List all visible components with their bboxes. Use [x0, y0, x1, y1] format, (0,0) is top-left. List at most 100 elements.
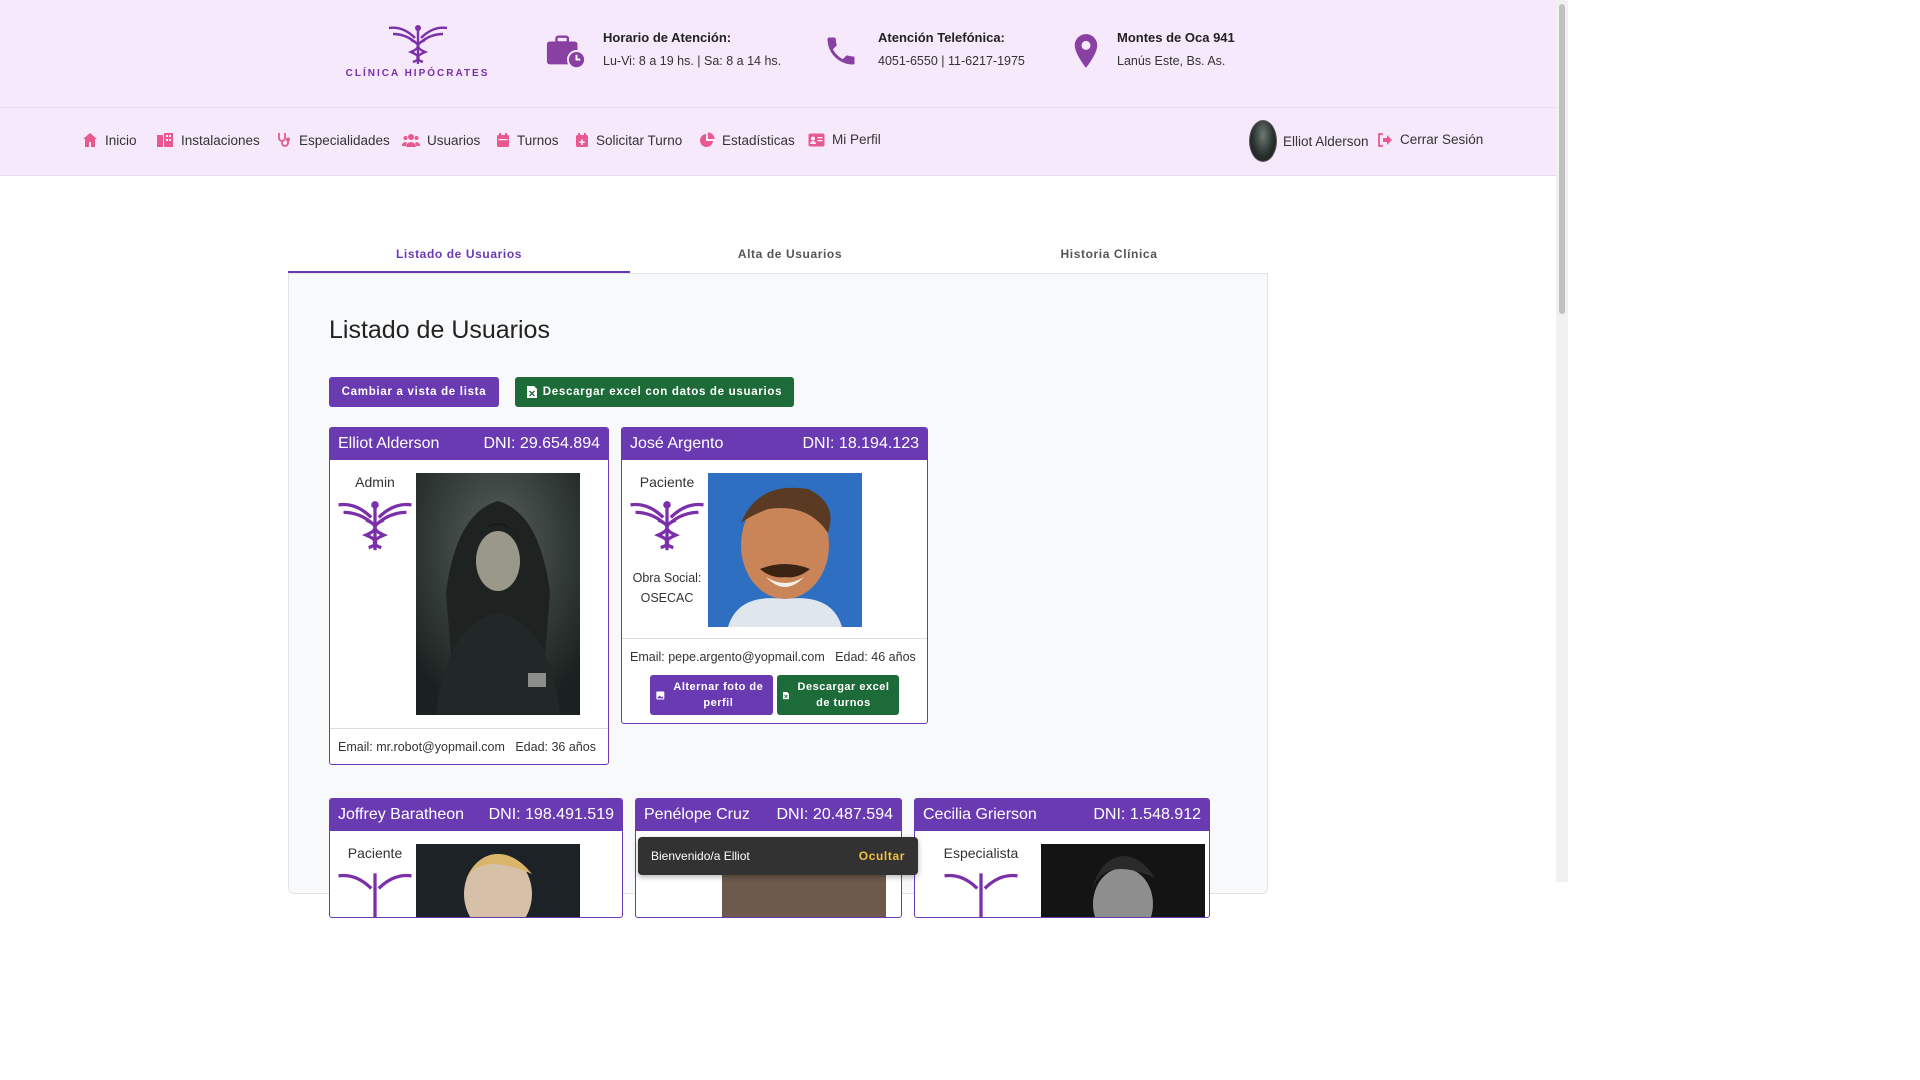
user-dni: DNI: 1.548.912 [1093, 806, 1201, 823]
address-info: Montes de Oca 941 Lanús Este, Bs. As. [1065, 30, 1235, 72]
file-excel-icon [783, 691, 789, 699]
health-insurance-value: OSECAC [640, 591, 694, 605]
users-panel: Listado de Usuarios Cambiar a vista de l… [288, 274, 1268, 918]
main-navbar: Inicio Instalaciones Especialidades Usua… [0, 108, 1556, 176]
nav-item-mi-perfil[interactable]: Mi Perfil [808, 132, 881, 147]
current-user-name: Elliot Alderson [1283, 133, 1369, 149]
user-age: Edad: 46 años [835, 650, 916, 664]
toggle-profile-photo-button[interactable]: Alternar foto de perfil [650, 675, 773, 715]
clinic-name: CLÍNICA HIPÓCRATES [345, 68, 490, 79]
tab-listado-usuarios[interactable]: Listado de Usuarios [288, 233, 630, 273]
user-name: Cecilia Grierson [923, 806, 1037, 823]
toggle-profile-photo-label: Alternar foto de perfil [673, 681, 764, 709]
stethoscope-icon [278, 133, 290, 147]
nav-item-label: Especialidades [299, 132, 390, 148]
nav-item-label: Instalaciones [181, 132, 260, 148]
user-dni: DNI: 20.487.594 [776, 806, 893, 823]
nav-item-label: Estadísticas [722, 132, 795, 148]
briefcase-clock-icon [546, 35, 587, 69]
card-header: Elliot Alderson DNI: 29.654.894 [330, 428, 608, 460]
hours-info: Horario de Atención: Lu-Vi: 8 a 19 hs. |… [545, 30, 781, 72]
card-header: Penélope Cruz DNI: 20.487.594 [636, 799, 901, 831]
health-insurance-label: Obra Social: [632, 571, 702, 585]
toggle-list-view-button[interactable]: Cambiar a vista de lista [329, 377, 499, 407]
card-header: Cecilia Grierson DNI: 1.548.912 [915, 799, 1209, 831]
address-title: Montes de Oca 941 [1117, 30, 1235, 45]
user-dni: DNI: 29.654.894 [483, 435, 600, 452]
toast-dismiss-button[interactable]: Ocultar [859, 849, 905, 863]
nav-item-turnos[interactable]: Turnos [496, 132, 559, 148]
user-card: Joffrey Baratheon DNI: 198.491.519 Pacie… [329, 798, 623, 918]
phone-icon [827, 37, 855, 65]
file-excel-icon [526, 386, 537, 398]
user-role: Admin [355, 474, 395, 490]
clinic-logo[interactable]: CLÍNICA HIPÓCRATES [345, 22, 490, 79]
scrollbar-thumb[interactable] [1559, 4, 1565, 314]
hours-title: Horario de Atención: [603, 30, 732, 45]
user-card: José Argento DNI: 18.194.123 Paciente Ob… [621, 427, 928, 724]
nav-item-label: Mi Perfil [832, 132, 881, 147]
welcome-toast: Bienvenido/a Elliot Ocultar [638, 837, 918, 875]
nav-item-estadisticas[interactable]: Estadísticas [699, 132, 795, 148]
nav-item-inicio[interactable]: Inicio [82, 132, 137, 148]
hours-value: Lu-Vi: 8 a 19 hs. | Sa: 8 a 14 hs. [603, 54, 782, 68]
caduceus-logo-icon [338, 873, 412, 917]
address-value: Lanús Este, Bs. As. [1117, 54, 1226, 68]
download-appointments-excel-label: Descargar excel de turnos [797, 681, 890, 709]
user-photo [416, 473, 580, 715]
top-header: CLÍNICA HIPÓCRATES Horario de Atención: … [0, 0, 1556, 108]
card-header: Joffrey Baratheon DNI: 198.491.519 [330, 799, 622, 831]
sign-out-icon [1378, 132, 1392, 147]
nav-item-label: Solicitar Turno [596, 132, 683, 148]
tab-historia-clinica[interactable]: Historia Clínica [950, 233, 1268, 273]
user-name: José Argento [630, 435, 724, 452]
nav-item-label: Turnos [517, 132, 559, 148]
calendar-icon [497, 133, 509, 147]
user-email: Email: mr.robot@yopmail.com [338, 740, 505, 754]
user-email: Email: pepe.argento@yopmail.com [630, 650, 825, 664]
phone-value: 4051-6550 | 11-6217-1975 [878, 54, 1025, 68]
user-card: Cecilia Grierson DNI: 1.548.912 Especial… [914, 798, 1210, 918]
logout-button[interactable]: Cerrar Sesión [1377, 132, 1483, 147]
phone-title: Atención Telefónica: [878, 30, 1005, 45]
caduceus-logo-icon [338, 501, 412, 551]
user-photo [1041, 844, 1205, 917]
nav-item-usuarios[interactable]: Usuarios [402, 132, 480, 148]
pie-chart-icon [700, 132, 715, 147]
card-header: José Argento DNI: 18.194.123 [622, 428, 927, 460]
id-card-icon [808, 133, 825, 146]
user-photo [416, 844, 580, 917]
user-tabs: Listado de Usuarios Alta de Usuarios His… [288, 233, 1268, 274]
image-icon [656, 691, 665, 699]
phone-info: Atención Telefónica: 4051-6550 | 11-6217… [820, 30, 1025, 72]
user-role: Especialista [943, 845, 1019, 861]
user-dni: DNI: 18.194.123 [802, 435, 919, 452]
page-title: Listado de Usuarios [329, 316, 550, 344]
caduceus-logo-icon [388, 25, 447, 64]
calendar-plus-icon [576, 133, 588, 147]
card-footer: Email: mr.robot@yopmail.com Edad: 36 año… [330, 728, 608, 764]
download-users-excel-button[interactable]: Descargar excel con datos de usuarios [515, 377, 794, 407]
nav-item-instalaciones[interactable]: Instalaciones [156, 132, 260, 148]
user-photo [708, 473, 862, 627]
home-icon [83, 133, 97, 147]
avatar [1249, 120, 1277, 162]
nav-item-label: Inicio [105, 132, 137, 148]
caduceus-logo-icon [630, 501, 704, 551]
logout-label: Cerrar Sesión [1400, 132, 1484, 147]
user-card: Elliot Alderson DNI: 29.654.894 Admin Em… [329, 427, 609, 765]
building-icon [157, 133, 173, 147]
user-role: Paciente [347, 845, 403, 861]
download-appointments-excel-button[interactable]: Descargar excel de turnos [777, 675, 899, 715]
current-user[interactable]: Elliot Alderson [1249, 120, 1369, 162]
nav-item-label: Usuarios [427, 132, 481, 148]
nav-item-solicitar-turno[interactable]: Solicitar Turno [575, 132, 682, 148]
users-icon [402, 134, 420, 147]
caduceus-logo-icon [944, 873, 1018, 917]
user-age: Edad: 36 años [515, 740, 596, 754]
nav-item-especialidades[interactable]: Especialidades [276, 132, 390, 148]
user-name: Elliot Alderson [338, 435, 440, 452]
tab-alta-usuarios[interactable]: Alta de Usuarios [630, 233, 950, 273]
page-scrollbar[interactable] [1556, 0, 1568, 882]
user-dni: DNI: 198.491.519 [488, 806, 614, 823]
